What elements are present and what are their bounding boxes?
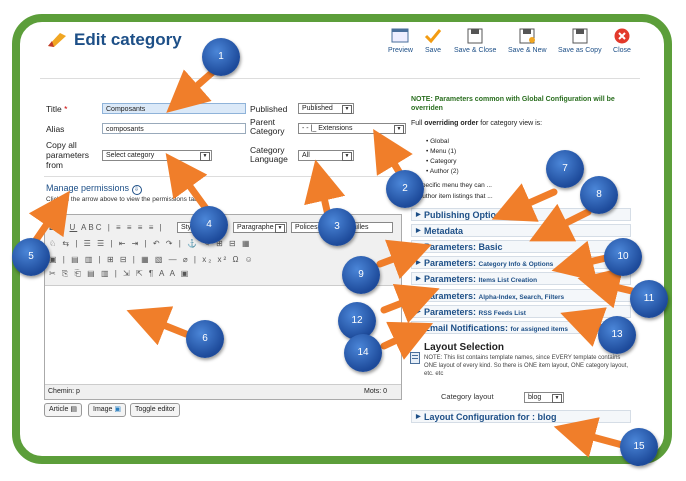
marker-1: 1 — [202, 38, 240, 76]
disk-copy-icon — [572, 28, 588, 44]
layout-note: NOTE: This list contains template names,… — [424, 355, 629, 377]
save-copy-button[interactable]: Save as Copy — [558, 28, 602, 54]
alias-input[interactable]: composants — [102, 123, 246, 134]
order-item-menu: • Menu (1) — [426, 148, 457, 155]
page-title: Edit category — [74, 30, 182, 49]
published-select[interactable]: Published ▼ — [298, 103, 354, 114]
chevron-down-icon: ▼ — [200, 152, 210, 161]
category-layout-select[interactable]: blog ▼ — [524, 392, 564, 403]
expand-arrow-icon: ▶ — [416, 244, 421, 250]
title-label: Title * — [46, 104, 68, 114]
header-divider — [40, 78, 640, 79]
override-order-text: Full overriding order for category view … — [411, 120, 543, 127]
chevron-down-icon: ▼ — [342, 105, 352, 114]
expand-arrow-icon: ▶ — [416, 228, 421, 234]
accordion-alpha-index[interactable]: ▶ Parameters: Alpha-Index, Search, Filter… — [411, 289, 631, 302]
marker-14: 14 — [344, 334, 382, 372]
format-select[interactable]: Paragraphe ▼ — [233, 222, 287, 233]
expand-arrow-icon: ▶ — [416, 260, 421, 266]
marker-6: 6 — [186, 320, 224, 358]
chevron-down-icon: ▼ — [342, 152, 352, 161]
marker-2: 2 — [386, 170, 424, 208]
order-item-category: • Category — [426, 158, 457, 165]
preview-button[interactable]: Preview — [388, 28, 413, 54]
close-label: Close — [613, 47, 631, 54]
toggle-editor-button[interactable]: Toggle editor — [130, 403, 181, 417]
disk-icon — [467, 28, 483, 44]
close-button[interactable]: Close — [613, 28, 631, 54]
copy-params-label: Copy all parameters from — [46, 140, 89, 170]
required-mark: * — [64, 104, 68, 114]
close-icon — [614, 28, 630, 44]
layout-selection-title: Layout Selection — [424, 342, 505, 353]
image-icon: ▣ — [114, 406, 122, 413]
language-select[interactable]: All ▼ — [298, 150, 354, 161]
marker-15: 15 — [620, 428, 658, 466]
expand-arrow-icon: ▶ — [416, 293, 421, 299]
chevron-down-icon: ▼ — [552, 394, 562, 403]
accordion-metadata[interactable]: ▶ Metadata — [411, 224, 631, 237]
editor-word-count: Mots: 0 — [364, 388, 387, 395]
save-button[interactable]: Save — [424, 28, 442, 54]
marker-3: 3 — [318, 208, 356, 246]
form-divider — [44, 176, 402, 177]
editor-path: Chemin: p — [48, 388, 80, 395]
chevron-down-icon: ▼ — [275, 224, 285, 233]
published-label: Published — [250, 104, 288, 114]
save-new-button[interactable]: Save & New — [508, 28, 547, 54]
marker-9: 9 — [342, 256, 380, 294]
marker-7: 7 — [546, 150, 584, 188]
preview-label: Preview — [388, 47, 413, 54]
marker-4: 4 — [190, 206, 228, 244]
marker-8: 8 — [580, 176, 618, 214]
article-button[interactable]: Article ▤ — [44, 403, 83, 417]
parent-category-label: Parent Category — [250, 117, 285, 136]
order-item-global: • Global — [426, 138, 449, 145]
expand-arrow-icon: ▶ — [416, 414, 421, 420]
chevron-down-icon: ▼ — [394, 125, 404, 134]
accordion-items-list[interactable]: ▶ Parameters: Items List Creation — [411, 272, 631, 285]
accordion-rss-feeds[interactable]: ▶ Parameters: RSS Feeds List — [411, 305, 631, 318]
manage-permissions-toggle[interactable]: Manage permissions ⇩ — [46, 183, 142, 195]
category-edit-icon — [48, 33, 66, 47]
category-layout-label: Category layout — [441, 392, 494, 401]
save-copy-label: Save as Copy — [558, 47, 602, 54]
alias-label: Alias — [46, 124, 65, 134]
marker-13: 13 — [598, 316, 636, 354]
save-close-button[interactable]: Save & Close — [454, 28, 496, 54]
category-language-label: Category Language — [250, 145, 288, 164]
accordion-layout-configuration[interactable]: ▶ Layout Configuration for : blog — [411, 410, 631, 423]
marker-11: 11 — [630, 280, 668, 318]
editor-status-bar: Chemin: p Mots: 0 — [45, 384, 401, 399]
save-label: Save — [425, 47, 441, 54]
expand-arrow-icon: ▶ — [416, 276, 421, 282]
expand-arrow-icon: ▶ — [416, 212, 421, 218]
expand-arrow-icon: ⇩ — [131, 185, 142, 195]
article-icon: ▤ — [70, 406, 78, 413]
parent-category-select[interactable]: - - |_ Extensions ▼ — [298, 123, 406, 134]
order-item-author: • Author (2) — [426, 168, 459, 175]
layout-icon — [410, 352, 420, 364]
save-new-label: Save & New — [508, 47, 547, 54]
checkmark-icon — [424, 29, 442, 44]
preview-icon — [391, 28, 409, 43]
permissions-hint: Click on the arrow above to view the per… — [46, 196, 205, 203]
accordion-category-info[interactable]: ▶ Parameters: Category Info & Options — [411, 256, 631, 269]
marker-10: 10 — [604, 238, 642, 276]
copy-params-select[interactable]: Select category ▼ — [102, 150, 212, 161]
save-close-label: Save & Close — [454, 47, 497, 54]
image-button[interactable]: Image ▣ — [88, 403, 127, 417]
marker-5: 5 — [12, 238, 50, 276]
params-note: NOTE: Parameters common with Global Conf… — [411, 96, 615, 112]
disk-new-icon — [519, 28, 536, 44]
expand-arrow-icon: ▶ — [416, 325, 421, 331]
accordion-parameters-basic[interactable]: ▶ Parameters: Basic — [411, 240, 631, 253]
expand-arrow-icon: ▶ — [416, 309, 421, 315]
title-input[interactable]: Composants — [102, 103, 246, 114]
